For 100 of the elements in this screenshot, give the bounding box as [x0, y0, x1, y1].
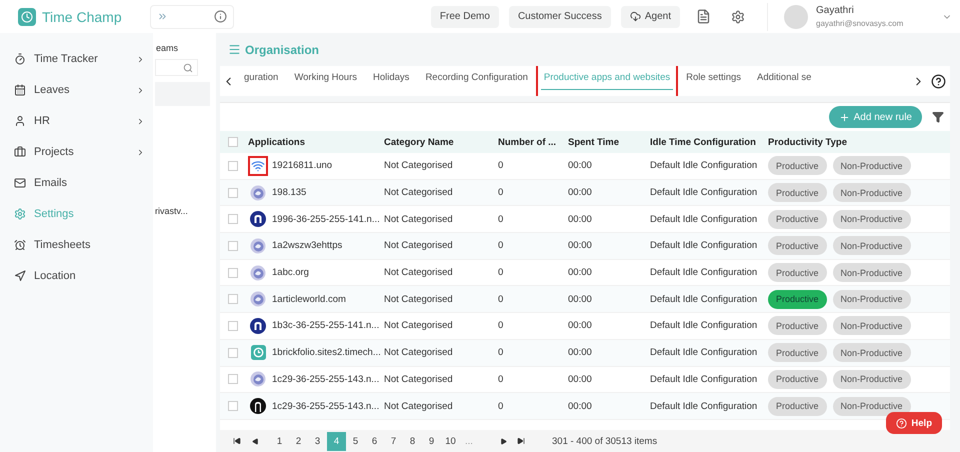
table-cell-text: 0 — [498, 214, 504, 225]
productivity-toggle[interactable]: Non-Productive — [832, 156, 911, 176]
page-button[interactable]: 3 — [308, 432, 327, 450]
page-button[interactable]: 10 — [441, 432, 460, 450]
table-cell-text: Not Categorised — [384, 320, 454, 332]
productivity-toggle[interactable]: Non-Productive — [832, 290, 911, 309]
checkbox[interactable] — [228, 294, 238, 304]
productivity-toggle[interactable]: Non-Productive — [832, 396, 911, 416]
sidebar-item[interactable]: Projects — [34, 146, 128, 158]
tab[interactable]: Holidays — [365, 66, 418, 96]
page-button[interactable]: 2 — [289, 432, 308, 450]
checkbox[interactable] — [228, 188, 238, 198]
checkbox[interactable] — [228, 214, 238, 224]
table-cell-text: 0 — [498, 320, 504, 332]
table-cell-text: Not Categorised — [384, 160, 454, 172]
brand-name: Time Champ — [42, 8, 122, 24]
help-icon[interactable] — [930, 74, 946, 88]
productivity-toggle[interactable]: Non-Productive — [832, 263, 911, 282]
productivity-toggle[interactable]: Non-Productive — [832, 183, 911, 202]
productivity-toggle[interactable]: Productive — [768, 156, 827, 176]
tab[interactable]: Role settings — [678, 66, 750, 96]
tab[interactable]: Recording Configuration — [417, 66, 536, 96]
table-cell-text: Default Idle Configuration — [650, 347, 758, 358]
app-name: 1a2wszw3ehttps — [272, 240, 342, 252]
productivity-toggle[interactable]: Productive — [768, 183, 827, 202]
page-button[interactable]: 5 — [346, 432, 365, 450]
table-cell-text: 00:00 — [568, 214, 593, 225]
sidebar-item[interactable]: Emails — [34, 177, 145, 189]
productivity-toggle[interactable]: Productive — [768, 343, 827, 362]
n-logo-icon — [250, 211, 266, 228]
search-field[interactable] — [155, 59, 198, 76]
productivity-toggle[interactable]: Productive — [768, 210, 827, 229]
app-name: 1articleworld.com — [272, 294, 346, 305]
checkbox[interactable] — [228, 374, 238, 384]
tab[interactable]: guration — [236, 66, 286, 96]
table-cell-text: 0 — [498, 160, 504, 172]
productivity-toggle[interactable]: Non-Productive — [832, 370, 911, 389]
sidebar-item[interactable]: Location — [34, 270, 145, 282]
document-icon[interactable] — [696, 9, 711, 24]
last-page-icon[interactable] — [517, 437, 525, 445]
user-name: Gayathri — [816, 5, 855, 16]
productivity-toggle[interactable]: Non-Productive — [832, 343, 911, 362]
column-header: Idle Time Configuration — [650, 136, 757, 148]
info-icon — [214, 10, 227, 23]
productivity-toggle[interactable]: Non-Productive — [832, 316, 911, 336]
page-button[interactable]: 9 — [422, 432, 441, 450]
productivity-toggle[interactable]: Productive — [768, 396, 827, 416]
productivity-toggle[interactable]: Productive — [768, 236, 827, 256]
sidebar-item[interactable]: HR — [34, 115, 128, 127]
user-email: gayathri@snovasys.com — [816, 19, 904, 28]
productivity-toggle[interactable]: Productive — [768, 370, 827, 389]
sidebar-item[interactable]: Timesheets — [34, 239, 145, 251]
tab[interactable]: Working Hours — [286, 66, 365, 96]
productivity-toggle[interactable]: Productive — [768, 316, 827, 336]
table-cell-text: Not Categorised — [384, 374, 454, 385]
wifi-icon — [251, 158, 265, 173]
productivity-toggle[interactable]: Non-Productive — [832, 236, 911, 256]
sidebar-item[interactable]: Time Tracker — [34, 53, 128, 65]
list-item[interactable]: rivastv... — [155, 206, 216, 216]
page-button[interactable]: 6 — [365, 432, 384, 450]
settings-icon[interactable] — [731, 10, 745, 24]
plus-icon — [838, 112, 850, 122]
productivity-toggle[interactable]: Productive — [768, 290, 827, 309]
table-cell-text: Not Categorised — [384, 294, 454, 305]
checkbox[interactable] — [228, 401, 238, 412]
next-page-icon[interactable] — [500, 438, 506, 444]
tab[interactable]: Additional se — [749, 66, 820, 96]
filter-icon[interactable] — [932, 111, 944, 123]
checkbox[interactable] — [228, 320, 238, 331]
alarm-clock-icon — [14, 239, 26, 251]
sidebar-toggle[interactable] — [150, 4, 234, 28]
checkbox[interactable] — [228, 240, 238, 251]
clock-logo-icon — [250, 345, 266, 360]
page-button[interactable]: 7 — [384, 432, 403, 450]
app-name: 1996-36-255-255-141.n... — [272, 214, 380, 225]
sidebar-item[interactable]: Leaves — [34, 84, 128, 96]
page-button[interactable]: 1 — [270, 432, 289, 450]
column-header: Number of ... — [498, 136, 558, 148]
checkbox[interactable] — [228, 348, 238, 358]
checkbox[interactable] — [228, 160, 238, 171]
menu-icon[interactable] — [228, 43, 241, 56]
app-name: 1abc.org — [272, 267, 309, 278]
previous-page-icon[interactable] — [252, 438, 258, 444]
avatar[interactable] — [784, 4, 808, 28]
column-header: Spent Time — [568, 136, 620, 148]
briefcase-icon — [14, 146, 26, 158]
top-button[interactable]: Free Demo — [430, 6, 499, 28]
checkbox[interactable] — [228, 137, 238, 147]
help-button[interactable]: Help — [886, 412, 942, 434]
table-cell-text: Not Categorised — [384, 187, 454, 198]
checkbox[interactable] — [228, 268, 238, 278]
productivity-toggle[interactable]: Non-Productive — [832, 210, 911, 229]
productivity-toggle[interactable]: Productive — [768, 263, 827, 282]
first-page-icon[interactable] — [233, 437, 241, 445]
table-cell-text: 0 — [498, 267, 504, 278]
agent-button[interactable]: Agent — [620, 6, 680, 28]
globe-icon — [250, 184, 266, 201]
table-cell-text: 00:00 — [568, 347, 593, 358]
page-button[interactable]: 8 — [403, 432, 422, 450]
top-button[interactable]: Customer Success — [508, 6, 611, 28]
